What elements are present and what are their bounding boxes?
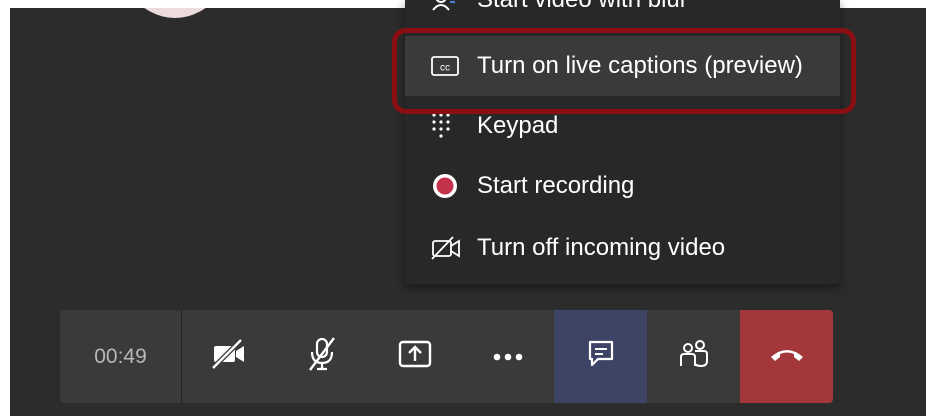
record-icon xyxy=(431,171,473,201)
menu-item-label: Start video with blur xyxy=(477,0,688,14)
mic-off-icon xyxy=(306,336,338,377)
call-control-bar: 00:49 xyxy=(60,310,833,403)
blur-background-icon xyxy=(431,0,473,15)
camera-toggle-button[interactable] xyxy=(182,310,275,403)
menu-item-start-video-blur[interactable]: Start video with blur xyxy=(405,0,840,24)
menu-item-label: Turn on live captions (preview) xyxy=(477,52,803,79)
hang-up-button[interactable] xyxy=(740,310,833,403)
people-icon xyxy=(678,339,710,374)
cc-captions-icon: cc xyxy=(431,51,473,81)
mic-toggle-button[interactable] xyxy=(275,310,368,403)
share-screen-button[interactable] xyxy=(368,310,461,403)
participants-button[interactable] xyxy=(647,310,740,403)
menu-item-label: Turn off incoming video xyxy=(477,234,726,261)
menu-item-keypad[interactable]: Keypad xyxy=(405,96,840,156)
dialpad-icon xyxy=(431,111,473,141)
chat-icon xyxy=(587,339,615,374)
chat-button[interactable] xyxy=(554,310,647,403)
share-tray-icon xyxy=(398,339,432,374)
more-dots-icon xyxy=(493,348,523,366)
more-actions-menu: Start video with blur cc Turn on live ca… xyxy=(405,0,840,284)
video-off-icon xyxy=(210,338,247,375)
participant-avatar xyxy=(110,8,240,18)
svg-text:cc: cc xyxy=(440,63,450,74)
phone-hangup-icon xyxy=(769,346,805,367)
menu-item-live-captions[interactable]: cc Turn on live captions (preview) xyxy=(405,36,840,96)
menu-item-label: Keypad xyxy=(477,112,559,139)
menu-item-start-recording[interactable]: Start recording xyxy=(405,156,840,216)
menu-item-label: Start recording xyxy=(477,172,635,199)
more-actions-button[interactable] xyxy=(461,310,554,403)
menu-item-turn-off-incoming-video[interactable]: Turn off incoming video xyxy=(405,218,840,278)
call-timer: 00:49 xyxy=(60,310,182,403)
video-off-icon xyxy=(431,233,473,263)
